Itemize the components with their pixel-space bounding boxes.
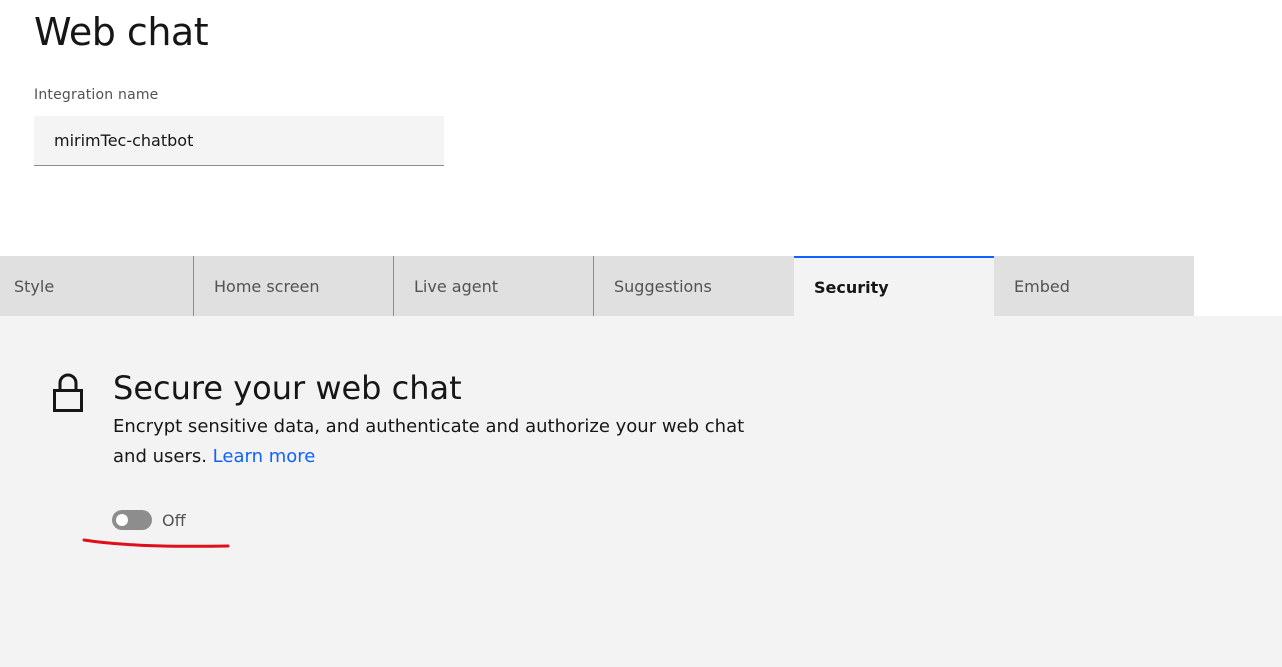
tab-suggestions[interactable]: Suggestions bbox=[594, 256, 794, 316]
tab-bar: Style Home screen Live agent Suggestions… bbox=[0, 256, 1194, 316]
security-panel: Secure your web chat Encrypt sensitive d… bbox=[0, 316, 1282, 667]
security-description-text: Encrypt sensitive data, and authenticate… bbox=[113, 416, 745, 467]
toggle-knob bbox=[116, 514, 128, 526]
integration-name-label: Integration name bbox=[34, 87, 159, 103]
security-description: Encrypt sensitive data, and authenticate… bbox=[113, 412, 753, 472]
security-toggle[interactable] bbox=[112, 510, 152, 530]
tab-live-agent[interactable]: Live agent bbox=[394, 256, 594, 316]
security-title: Secure your web chat bbox=[113, 369, 462, 407]
learn-more-link[interactable]: Learn more bbox=[213, 446, 316, 467]
red-annotation-underline bbox=[82, 538, 230, 548]
toggle-state-label: Off bbox=[162, 510, 186, 530]
security-toggle-row: Off bbox=[112, 510, 186, 530]
tab-embed[interactable]: Embed bbox=[994, 256, 1194, 316]
page-title: Web chat bbox=[34, 10, 209, 54]
tab-home-screen[interactable]: Home screen bbox=[194, 256, 394, 316]
lock-icon bbox=[53, 373, 83, 412]
tab-security[interactable]: Security bbox=[794, 256, 994, 316]
tab-style[interactable]: Style bbox=[0, 256, 194, 316]
integration-name-input[interactable] bbox=[34, 116, 444, 166]
